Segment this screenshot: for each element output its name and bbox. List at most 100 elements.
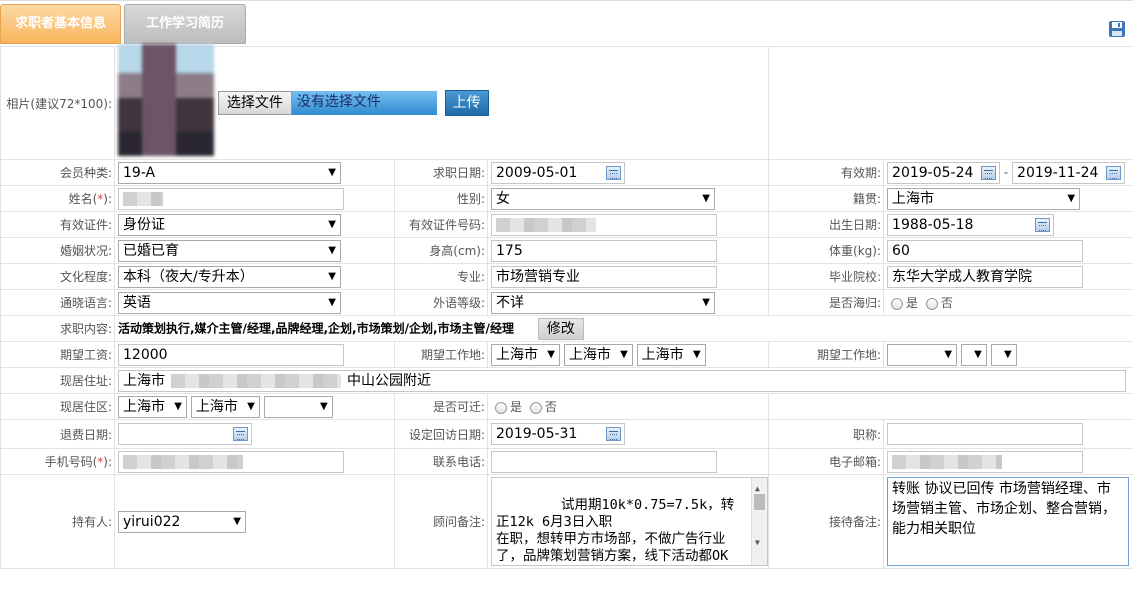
valid-separator: - — [1003, 165, 1009, 179]
expected-location-label: 期望工作地: — [394, 341, 488, 368]
address-label: 现居住址: — [0, 367, 115, 394]
photo-cell: 选择文件 没有选择文件 上传 — [113, 44, 770, 160]
education-select[interactable]: 本科（夜大/专升本） ▼ — [118, 265, 341, 288]
file-picker[interactable]: 选择文件 没有选择文件 — [217, 91, 437, 115]
choose-file-button[interactable]: 选择文件 — [217, 91, 292, 115]
calendar-icon[interactable] — [233, 427, 248, 441]
calendar-icon[interactable] — [606, 165, 621, 180]
dropdown-arrow-icon: ▼ — [1003, 348, 1012, 360]
dropdown-arrow-icon: ▼ — [547, 348, 555, 360]
birth-date-input[interactable]: 1988-05-18 — [887, 213, 1055, 236]
expected-city-select-2[interactable]: ▼ — [960, 343, 987, 366]
expected-province-select-2[interactable]: ▼ — [887, 343, 958, 366]
area-city-select[interactable]: 上海市 ▼ — [190, 395, 260, 418]
dropdown-arrow-icon: ▼ — [328, 270, 336, 282]
expected-salary-input[interactable]: 12000 — [118, 343, 344, 366]
major-input[interactable]: 市场营销专业 — [491, 265, 717, 288]
dropdown-arrow-icon: ▼ — [702, 296, 710, 308]
phone-input[interactable] — [491, 450, 717, 473]
apply-date-input[interactable]: 2009-05-01 — [491, 161, 625, 184]
tab-work-study-resume[interactable]: 工作学习简历 — [124, 4, 246, 44]
expected-province-select[interactable]: 上海市 ▼ — [491, 343, 560, 366]
weight-label: 体重(kg): — [768, 237, 885, 264]
calendar-icon[interactable] — [606, 427, 621, 441]
title-input[interactable] — [887, 423, 1084, 445]
valid-from-input[interactable]: 2019-05-24 — [887, 161, 1001, 184]
tab-basic-info[interactable]: 求职者基本信息 — [0, 4, 121, 44]
mobile-label: 手机号码(*): — [0, 448, 115, 475]
lang-level-select[interactable]: 不详 ▼ — [491, 291, 715, 314]
area-label: 现居住区: — [0, 393, 115, 420]
address-input[interactable]: 上海市 中山公园附近 — [118, 369, 1126, 392]
dropdown-arrow-icon: ▼ — [174, 400, 182, 412]
id-number-input[interactable] — [491, 213, 717, 236]
applicant-photo — [118, 44, 214, 156]
relocate-no-radio[interactable] — [529, 401, 542, 414]
dropdown-arrow-icon: ▼ — [328, 244, 336, 256]
marital-select[interactable]: 已婚已育 ▼ — [118, 239, 341, 262]
id-number-label: 有效证件号码: — [394, 211, 488, 238]
overseas-no-label: 否 — [940, 296, 953, 310]
relocate-yes-label: 是 — [510, 400, 523, 414]
area-row-spacer — [768, 393, 1133, 420]
overseas-no-radio[interactable] — [925, 297, 938, 310]
school-input[interactable]: 东华大学成人教育学院 — [887, 265, 1084, 288]
email-input[interactable] — [887, 450, 1084, 473]
revisit-date-input[interactable]: 2019-05-31 — [491, 423, 625, 445]
marital-label: 婚姻状况: — [0, 237, 115, 264]
dropdown-arrow-icon: ▼ — [247, 400, 255, 412]
refund-date-input[interactable] — [118, 423, 252, 445]
expected-city-select[interactable]: 上海市 ▼ — [563, 343, 633, 366]
overseas-yes-radio[interactable] — [891, 297, 904, 310]
advisor-note-textarea[interactable]: 试用期10k*0.75=7.5k，转正12k 6月3日入职 在职，想转甲方市场部… — [491, 477, 768, 566]
relocate-label: 是否可迁: — [394, 393, 488, 420]
id-type-label: 有效证件: — [0, 211, 115, 238]
upload-button[interactable]: 上传 — [444, 90, 489, 116]
native-select[interactable]: 上海市 ▼ — [887, 187, 1081, 210]
applicant-form: 相片(建议72*100): 选择文件 没有选择文件 上传 会员种类: 19-A ▼ … — [0, 44, 1133, 569]
calendar-icon[interactable] — [981, 165, 997, 180]
revisit-date-label: 设定回访日期: — [394, 419, 488, 449]
native-label: 籍贯: — [768, 185, 885, 212]
dropdown-arrow-icon: ▼ — [1067, 192, 1076, 204]
expected-district-select[interactable]: 上海市 ▼ — [636, 343, 706, 366]
area-province-select[interactable]: 上海市 ▼ — [118, 395, 187, 418]
member-type-select[interactable]: 19-A ▼ — [118, 161, 341, 184]
name-label: 姓名(*): — [0, 185, 115, 212]
lang-level-label: 外语等级: — [394, 289, 488, 316]
overseas-yes-label: 是 — [906, 296, 919, 310]
photo-spacer — [768, 46, 1133, 160]
calendar-icon[interactable] — [1106, 165, 1122, 180]
valid-period-label: 有效期: — [768, 159, 885, 186]
expected-district-select-2[interactable]: ▼ — [990, 343, 1017, 366]
major-label: 专业: — [394, 263, 488, 290]
modify-button[interactable]: 修改 — [537, 317, 584, 340]
refund-date-label: 退费日期: — [0, 419, 115, 449]
dropdown-arrow-icon: ▼ — [620, 348, 628, 360]
area-district-select[interactable]: ▼ — [263, 395, 333, 418]
gender-select[interactable]: 女 ▼ — [491, 187, 715, 210]
apply-date-label: 求职日期: — [394, 159, 488, 186]
relocate-yes-radio[interactable] — [495, 401, 507, 414]
holder-label: 持有人: — [0, 474, 115, 569]
height-input[interactable]: 175 — [491, 239, 717, 262]
mobile-input[interactable] — [118, 450, 344, 473]
valid-to-input[interactable]: 2019-11-24 — [1012, 161, 1126, 184]
save-icon[interactable] — [1108, 20, 1126, 38]
expected-salary-label: 期望工资: — [0, 341, 115, 368]
advisor-note-label: 顾问备注: — [394, 474, 488, 569]
weight-input[interactable]: 60 — [887, 239, 1084, 262]
dropdown-arrow-icon: ▼ — [328, 218, 336, 230]
id-type-select[interactable]: 身份证 ▼ — [118, 213, 341, 236]
file-name-display: 没有选择文件 — [291, 91, 437, 115]
scrollbar[interactable]: ▲ ▼ — [751, 478, 767, 565]
name-input[interactable] — [118, 187, 344, 210]
dropdown-arrow-icon: ▼ — [692, 348, 701, 360]
holder-select[interactable]: yirui022 ▼ — [118, 510, 246, 533]
language-select[interactable]: 英语 ▼ — [118, 291, 341, 314]
dropdown-arrow-icon: ▼ — [944, 348, 953, 360]
calendar-icon[interactable] — [1035, 217, 1051, 232]
overseas-label: 是否海归: — [768, 289, 885, 316]
reception-note-textarea[interactable]: 转账 协议已回传 市场营销经理、市场营销主管、市场企划、整合营销，能力相关职位 — [887, 477, 1130, 566]
dropdown-arrow-icon: ▼ — [702, 192, 710, 204]
